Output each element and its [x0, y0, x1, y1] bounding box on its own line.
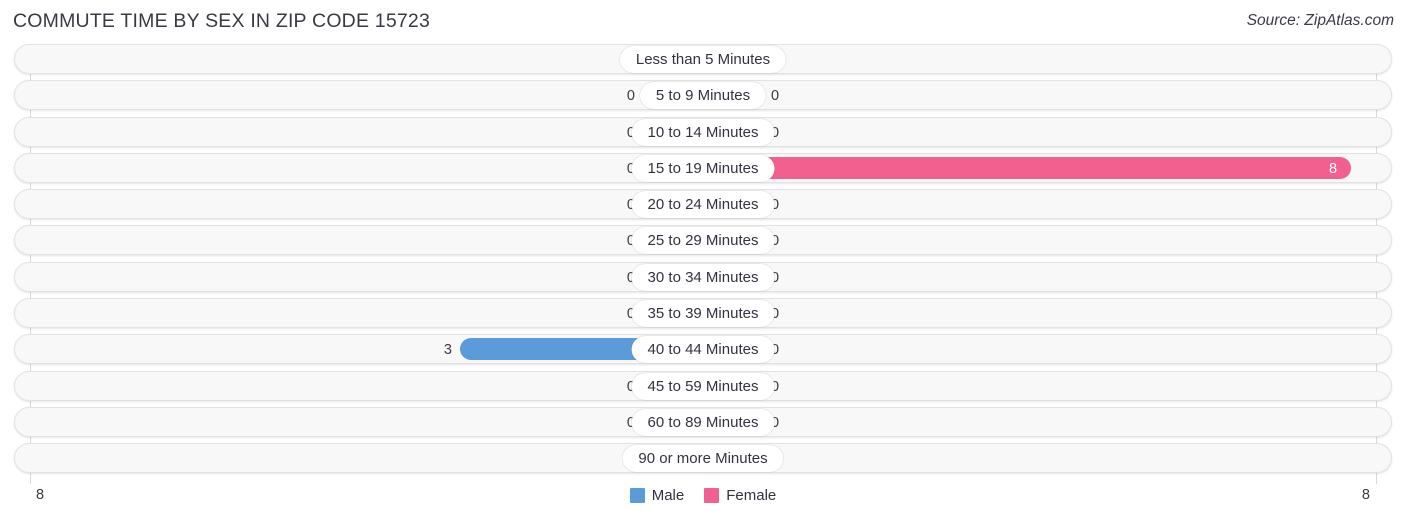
category-label: 20 to 24 Minutes	[631, 191, 775, 219]
category-label: 60 to 89 Minutes	[631, 408, 775, 436]
chart-row[interactable]: 0025 to 29 Minutes	[14, 225, 1392, 256]
category-label: 30 to 34 Minutes	[631, 263, 775, 291]
chart-row[interactable]: 0815 to 19 Minutes	[14, 152, 1392, 183]
chart-plot-area: 00Less than 5 Minutes 0 05 to 9 Minutes 001…	[0, 44, 1406, 484]
chart-row[interactable]: 0020 to 24 Minutes	[14, 189, 1392, 220]
category-label: 25 to 29 Minutes	[631, 227, 775, 255]
female-bar[interactable]	[703, 156, 1351, 179]
legend-label-female: Female	[726, 487, 777, 504]
chart-header: COMMUTE TIME BY SEX IN ZIP CODE 15723 So…	[0, 0, 1406, 44]
category-label: 40 to 44 Minutes	[631, 336, 775, 364]
chart-row[interactable]: 0090 or more Minutes	[14, 443, 1392, 474]
chart-row[interactable]: 0045 to 59 Minutes	[14, 370, 1392, 401]
category-label: 45 to 59 Minutes	[631, 372, 775, 400]
chart-row[interactable]: 0035 to 39 Minutes	[14, 298, 1392, 329]
chart-row[interactable]: 0060 to 89 Minutes	[14, 406, 1392, 437]
chart-footer: 8 8 Male Female	[0, 484, 1406, 522]
category-label: 35 to 39 Minutes	[631, 300, 775, 328]
page-title: COMMUTE TIME BY SEX IN ZIP CODE 15723	[13, 10, 431, 32]
female-value-label: 8	[1329, 160, 1338, 177]
legend-item-female[interactable]: Female	[704, 487, 776, 504]
female-value-label: 0	[771, 88, 780, 105]
chart-row[interactable]: 0010 to 14 Minutes	[14, 116, 1392, 147]
male-color-swatch	[629, 488, 645, 503]
legend-item-male[interactable]: Male	[629, 487, 685, 504]
source-attribution: Source: ZipAtlas.com	[1246, 12, 1394, 29]
chart-row[interactable]: 0 05 to 9 Minutes	[14, 80, 1392, 111]
male-value-label: 3	[443, 342, 452, 359]
category-label: 5 to 9 Minutes	[639, 82, 767, 110]
female-color-swatch	[704, 488, 720, 503]
chart-page: COMMUTE TIME BY SEX IN ZIP CODE 15723 So…	[0, 0, 1406, 522]
chart-legend: Male Female	[0, 487, 1406, 504]
chart-row[interactable]: 3 0 40 to 44 Minutes	[14, 334, 1392, 365]
category-label: 15 to 19 Minutes	[631, 154, 775, 182]
male-value-label: 0	[626, 88, 635, 105]
chart-row[interactable]: 00Less than 5 Minutes	[14, 44, 1392, 74]
category-label: 90 or more Minutes	[622, 445, 784, 473]
category-label: 10 to 14 Minutes	[631, 118, 775, 146]
legend-label-male: Male	[651, 487, 685, 504]
chart-row[interactable]: 0030 to 34 Minutes	[14, 261, 1392, 292]
category-label: Less than 5 Minutes	[619, 46, 787, 73]
chart-rows: 00Less than 5 Minutes 0 05 to 9 Minutes 001…	[0, 44, 1406, 480]
